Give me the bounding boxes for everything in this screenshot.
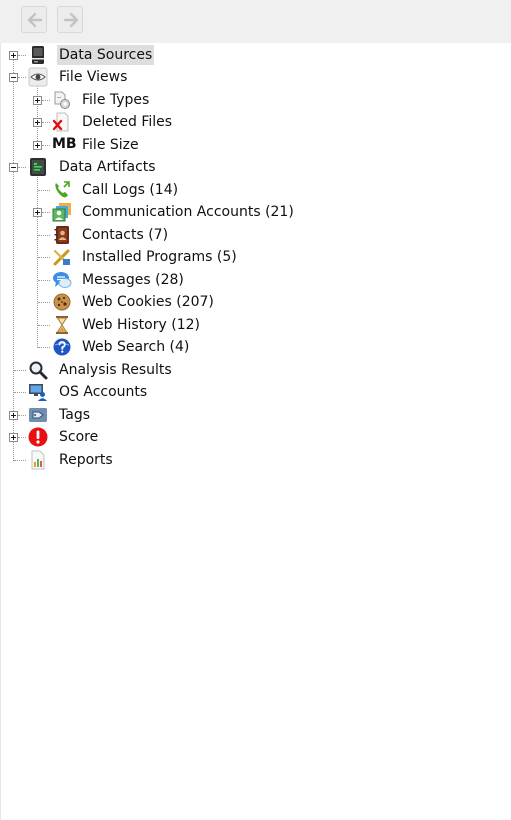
web-search-icon — [53, 338, 71, 356]
drive-icon — [32, 46, 44, 64]
tree-branch — [18, 77, 26, 78]
tree-branch — [38, 235, 50, 236]
tree-guide-line — [37, 173, 38, 348]
messages-icon — [53, 272, 72, 288]
tree-branch — [42, 145, 50, 146]
data-artifacts-icon — [30, 158, 46, 176]
collapse-toggle-file-views[interactable] — [9, 73, 18, 82]
tree-item-os-accounts[interactable]: OS Accounts — [57, 382, 149, 402]
deleted-file-icon — [52, 112, 69, 132]
file-types-icon — [54, 91, 70, 109]
tree-item-data-sources[interactable]: Data Sources — [57, 45, 155, 65]
tree-item-file-views[interactable]: File Views — [57, 67, 129, 87]
tree-item-web-history[interactable]: Web History (12) — [80, 315, 202, 335]
tag-icon — [29, 408, 47, 422]
report-icon — [31, 450, 45, 470]
collapse-toggle-data-artifacts[interactable] — [9, 163, 18, 172]
tree-guide-line — [37, 83, 38, 145]
tree-branch — [18, 437, 26, 438]
tree-item-data-artifacts[interactable]: Data Artifacts — [57, 157, 158, 177]
arrow-left-icon — [27, 12, 43, 28]
tree-branch — [18, 167, 26, 168]
directory-tree: Data Sources File Views File Types Delet… — [0, 43, 511, 820]
tree-item-installed-programs[interactable]: Installed Programs (5) — [80, 247, 239, 267]
tree-item-web-cookies[interactable]: Web Cookies (207) — [80, 292, 216, 312]
tree-branch — [42, 122, 50, 123]
hourglass-icon — [56, 316, 68, 334]
arrow-right-icon — [63, 12, 79, 28]
expand-toggle-communication-accounts[interactable] — [33, 208, 42, 217]
tree-item-deleted-files[interactable]: Deleted Files — [80, 112, 174, 132]
call-log-icon — [55, 181, 70, 198]
navigation-toolbar — [0, 0, 511, 43]
tree-branch — [42, 100, 50, 101]
forward-button[interactable] — [57, 6, 83, 33]
contacts-book-icon — [54, 226, 69, 244]
tree-guide-line — [13, 60, 14, 461]
tree-branch — [14, 392, 26, 393]
tree-branch — [38, 190, 50, 191]
expand-toggle-score[interactable] — [9, 433, 18, 442]
tree-branch — [18, 55, 26, 56]
expand-toggle-file-size[interactable] — [33, 141, 42, 150]
tree-branch — [38, 325, 50, 326]
tree-branch — [38, 280, 50, 281]
installed-programs-icon — [53, 249, 70, 266]
alert-icon — [28, 427, 48, 447]
tree-branch — [42, 212, 50, 213]
tree-branch — [14, 460, 26, 461]
tree-item-call-logs[interactable]: Call Logs (14) — [80, 180, 180, 200]
cookie-icon — [53, 293, 71, 311]
magnifier-icon — [29, 361, 48, 380]
tree-item-web-search[interactable]: Web Search (4) — [80, 337, 191, 357]
tree-item-tags[interactable]: Tags — [57, 405, 92, 425]
tree-item-file-size[interactable]: File Size — [80, 135, 141, 155]
tree-item-reports[interactable]: Reports — [57, 450, 115, 470]
tree-item-file-types[interactable]: File Types — [80, 90, 151, 110]
tree-branch — [18, 415, 26, 416]
file-size-mb-icon: MB — [52, 136, 77, 152]
accounts-icon — [52, 203, 71, 222]
expand-toggle-tags[interactable] — [9, 411, 18, 420]
eye-icon — [28, 67, 48, 87]
back-button[interactable] — [21, 6, 47, 33]
tree-branch — [38, 347, 50, 348]
expand-toggle-deleted-files[interactable] — [33, 118, 42, 127]
os-accounts-icon — [29, 384, 47, 401]
tree-branch — [14, 370, 26, 371]
tree-item-analysis-results[interactable]: Analysis Results — [57, 360, 174, 380]
tree-item-score[interactable]: Score — [57, 427, 100, 447]
tree-branch — [38, 302, 50, 303]
tree-item-messages[interactable]: Messages (28) — [80, 270, 186, 290]
tree-item-contacts[interactable]: Contacts (7) — [80, 225, 170, 245]
tree-item-communication-accounts[interactable]: Communication Accounts (21) — [80, 202, 296, 222]
tree-branch — [38, 257, 50, 258]
expand-toggle-data-sources[interactable] — [9, 51, 18, 60]
expand-toggle-file-types[interactable] — [33, 96, 42, 105]
